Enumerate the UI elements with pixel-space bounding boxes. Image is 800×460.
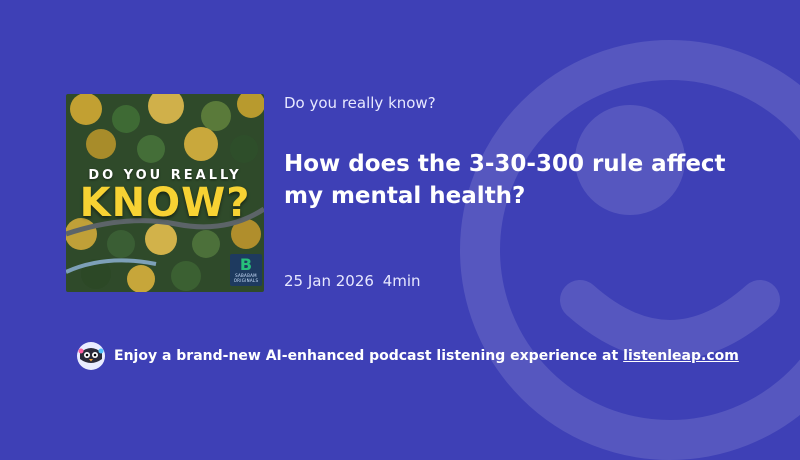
- cover-main-text: KNOW?: [79, 180, 251, 226]
- episode-duration: 4min: [382, 272, 421, 290]
- show-name[interactable]: Do you really know?: [284, 94, 436, 112]
- promo-banner: Enjoy a brand-new AI-enhanced podcast li…: [76, 341, 739, 371]
- promo-text: Enjoy a brand-new AI-enhanced podcast li…: [114, 348, 619, 364]
- podcast-cover-art[interactable]: DO YOU REALLY KNOW? B SABABAM ORIGINALS: [66, 94, 264, 292]
- publisher-badge: B SABABAM ORIGINALS: [230, 254, 262, 286]
- penguin-mascot-icon: [77, 342, 105, 370]
- episode-card[interactable]: DO YOU REALLY KNOW? B SABABAM ORIGINALS …: [66, 94, 764, 292]
- publisher-label: SABABAM ORIGINALS: [233, 273, 259, 283]
- publisher-logo-icon: B: [239, 255, 253, 274]
- episode-meta: 25 Jan 2026 4min: [284, 272, 421, 290]
- episode-date: 25 Jan 2026: [284, 272, 374, 290]
- listenleap-link[interactable]: listenleap.com: [623, 348, 739, 364]
- episode-title[interactable]: How does the 3-30-300 rule affect my men…: [284, 148, 754, 212]
- episode-info: Do you really know? How does the 3-30-30…: [284, 94, 764, 292]
